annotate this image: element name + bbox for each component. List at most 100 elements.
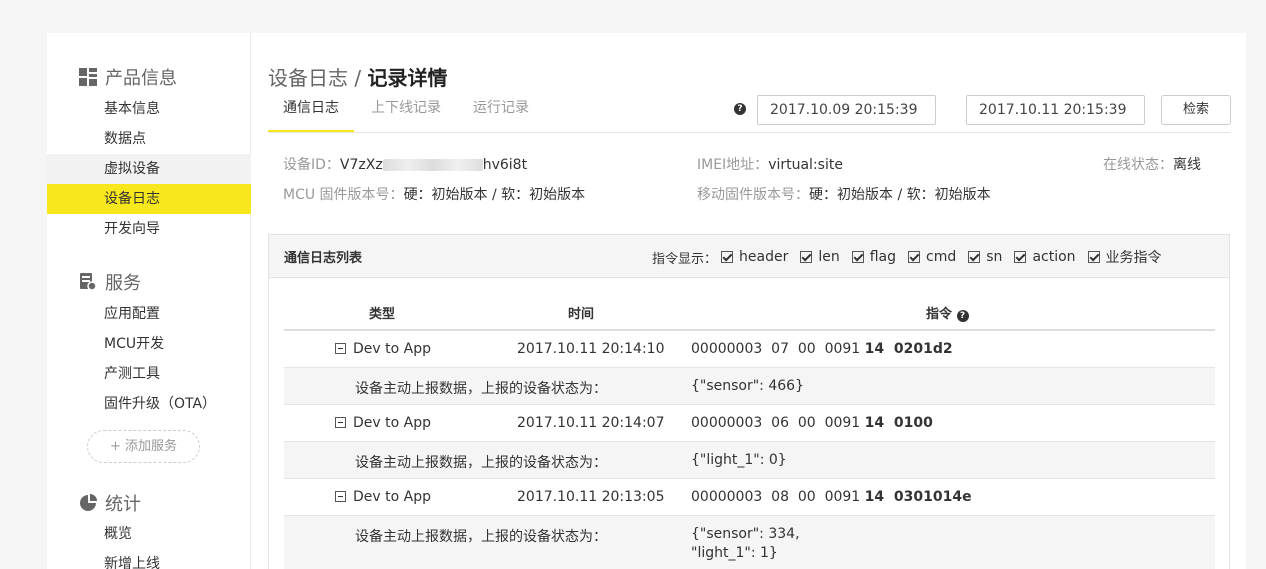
device-id-blurred [382,159,483,171]
collapse-icon[interactable] [335,491,346,502]
log-type-label: Dev to App [353,489,431,505]
tab-online-records[interactable]: 上下线记录 [356,96,456,133]
sidebar-item-basic-info[interactable]: 基本信息 [47,94,251,124]
product-section-header: 产品信息 [79,64,177,90]
filter-label: 指令显示： [652,251,718,267]
log-command: 00000003 07 00 0091 14 0201d2 [691,341,953,357]
pie-chart-icon [79,494,97,512]
log-time: 2017.10.11 20:14:07 [517,415,665,431]
log-row[interactable]: Dev to App 2017.10.11 20:14:07 00000003 … [284,405,1215,442]
sidebar-item-new-online[interactable]: 新增上线 [47,549,251,569]
filter-action[interactable]: action [1014,249,1076,265]
device-id-info: 设备ID：V7zXz hv6i8t [283,154,527,174]
filter-cmd-label: cmd [926,249,957,265]
col-time: 时间 [568,307,595,322]
mcu-version-info: MCU 固件版本号：硬：初始版本 / 软：初始版本 [283,184,585,204]
log-type[interactable]: Dev to App [335,489,431,505]
payload-line: {"sensor": 334, [691,526,800,542]
filter-sn[interactable]: sn [968,249,1002,265]
sidebar-item-virtual-device[interactable]: 虚拟设备 [47,154,251,184]
breadcrumb-separator: / [348,66,368,90]
breadcrumb-current: 记录详情 [367,66,448,90]
command-filters: 指令显示： header len flag cmd sn action 业务指令 [652,247,1174,267]
log-row[interactable]: Dev to App 2017.10.11 20:14:10 00000003 … [284,331,1215,368]
checkbox-checked-icon[interactable] [1087,251,1100,263]
log-detail-row: 设备主动上报数据，上报的设备状态为： {"sensor": 334, "ligh… [284,516,1215,569]
filter-cmd[interactable]: cmd [908,249,956,265]
log-detail-row: 设备主动上报数据，上报的设备状态为： {"sensor": 466} [284,368,1215,405]
service-icon [79,273,97,291]
start-time-input[interactable]: 2017.10.09 20:15:39 [757,95,936,125]
log-detail-payload: {"sensor": 466} [691,378,804,394]
col-type: 类型 [369,307,396,322]
collapse-icon[interactable] [335,343,346,354]
sidebar-item-device-log[interactable]: 设备日志 [47,184,251,214]
sidebar-item-dev-guide[interactable]: 开发向导 [47,214,251,244]
cmd-bold: 14 0100 [864,415,933,431]
help-icon[interactable]: ? [734,103,746,115]
log-row[interactable]: Dev to App 2017.10.11 20:13:05 00000003 … [284,479,1215,516]
tab-run-records[interactable]: 运行记录 [458,96,544,133]
log-command: 00000003 06 00 0091 14 0100 [691,415,933,431]
log-command: 00000003 08 00 0091 14 0301014e [691,489,972,505]
filter-sn-label: sn [986,249,1003,265]
sidebar-item-datapoints[interactable]: 数据点 [47,124,251,154]
checkbox-checked-icon[interactable] [968,251,981,263]
log-type[interactable]: Dev to App [335,341,431,357]
sidebar-item-ota[interactable]: 固件升级（OTA） [47,389,251,419]
online-status-info: 在线状态：离线 [1103,154,1201,174]
log-time: 2017.10.11 20:13:05 [517,489,665,505]
filter-len[interactable]: len [800,249,840,265]
tab-comm-log[interactable]: 通信日志 [268,96,354,133]
cmd-plain: 00000003 06 00 0091 [691,415,861,431]
log-tabs: 通信日志 上下线记录 运行记录 [268,96,546,133]
log-detail-row: 设备主动上报数据，上报的设备状态为： {"light_1": 0} [284,442,1215,479]
help-icon[interactable]: ? [956,310,969,322]
imei-info: IMEI地址：virtual:site [697,154,843,174]
filter-business[interactable]: 业务指令 [1087,247,1162,267]
log-detail-desc: 设备主动上报数据，上报的设备状态为： [355,381,607,397]
search-button[interactable]: 检索 [1161,95,1231,125]
checkbox-checked-icon[interactable] [721,251,734,263]
checkbox-checked-icon[interactable] [908,251,921,263]
comm-log-panel: 通信日志列表 指令显示： header len flag cmd sn acti… [268,234,1230,569]
log-type[interactable]: Dev to App [335,415,431,431]
filter-action-label: action [1032,249,1076,265]
service-section-header: 服务 [79,269,141,295]
product-section-title: 产品信息 [105,68,177,89]
online-status-label: 在线状态： [1103,157,1173,173]
payload-line: "light_1": 1} [691,545,778,561]
filter-flag[interactable]: flag [851,249,896,265]
online-status-value: 离线 [1173,157,1201,173]
device-id-prefix: V7zXz [339,157,383,173]
checkbox-checked-icon[interactable] [1014,251,1027,263]
sidebar: 产品信息 基本信息 数据点 虚拟设备 设备日志 开发向导 服务 应用配置 MCU… [47,33,251,569]
end-time-input[interactable]: 2017.10.11 20:15:39 [966,95,1145,125]
service-section-title: 服务 [105,273,141,294]
main-content: 设备日志 / 记录详情 通信日志 上下线记录 运行记录 ? 2017.10.09… [252,33,1246,569]
col-command-label: 指令 [926,307,953,322]
mobile-version-info: 移动固件版本号：硬：初始版本 / 软：初始版本 [697,184,991,204]
log-detail-desc: 设备主动上报数据，上报的设备状态为： [355,529,607,545]
checkbox-checked-icon[interactable] [851,251,864,263]
checkbox-checked-icon[interactable] [800,251,813,263]
device-id-suffix: hv6i8t [482,157,528,173]
mcu-version-value: 硬：初始版本 / 软：初始版本 [403,187,586,203]
log-table-header: 类型 时间 指令 ? [284,299,1215,331]
sidebar-item-test-tools[interactable]: 产测工具 [47,359,251,389]
col-command: 指令 ? [926,303,969,322]
grid-icon [79,68,97,86]
log-detail-payload: {"sensor": 334, "light_1": 1} [691,526,800,561]
sidebar-item-overview[interactable]: 概览 [47,519,251,549]
breadcrumb-parent[interactable]: 设备日志 [268,66,348,90]
mobile-version-label: 移动固件版本号： [697,187,809,203]
sidebar-item-app-config[interactable]: 应用配置 [47,299,251,329]
add-service-button[interactable]: + 添加服务 [87,430,200,463]
cmd-plain: 00000003 07 00 0091 [691,341,861,357]
mcu-version-label: MCU 固件版本号： [283,187,404,203]
sidebar-item-mcu-dev[interactable]: MCU开发 [47,329,251,359]
filter-header[interactable]: header [721,249,788,265]
cmd-bold: 14 0201d2 [864,341,953,357]
collapse-icon[interactable] [335,417,346,428]
filter-header-label: header [739,249,789,265]
